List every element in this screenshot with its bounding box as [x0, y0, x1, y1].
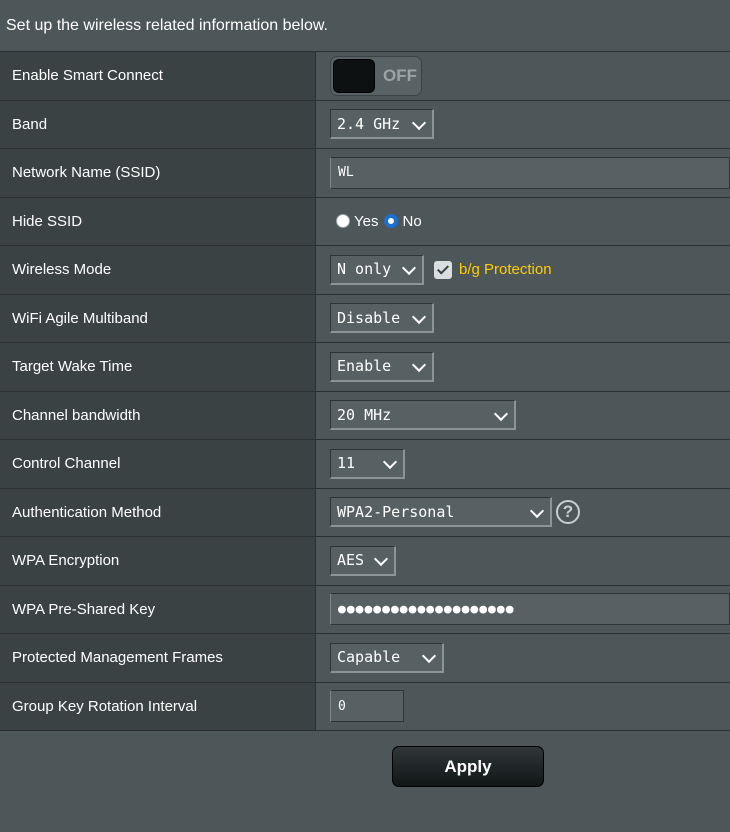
row-target-wake-time: Target Wake Time Enable — [0, 343, 730, 392]
smart-connect-label: Enable Smart Connect — [0, 52, 316, 100]
chevron-down-icon — [401, 261, 417, 276]
wpa-encryption-select[interactable]: AES — [330, 545, 396, 576]
hide-ssid-no-label[interactable]: No — [402, 213, 421, 230]
intro-text: Set up the wireless related information … — [0, 0, 730, 51]
control-channel-select[interactable]: 11 — [330, 448, 405, 479]
hide-ssid-label: Hide SSID — [0, 197, 316, 245]
row-group-key: Group Key Rotation Interval 0 — [0, 682, 730, 731]
wireless-mode-label: Wireless Mode — [0, 246, 316, 294]
group-key-label: Group Key Rotation Interval — [0, 682, 316, 730]
pmf-select[interactable]: Capable — [330, 642, 444, 673]
psk-label: WPA Pre-Shared Key — [0, 585, 316, 633]
footer: Apply — [0, 734, 730, 832]
row-auth-method: Authentication Method WPA2-Personal ? — [0, 488, 730, 537]
toggle-state-label: OFF — [383, 65, 417, 85]
row-wireless-mode: Wireless Mode N only b/g Protection — [0, 246, 730, 295]
target-wake-time-label: Target Wake Time — [0, 343, 316, 391]
bg-protection-checkbox[interactable] — [434, 260, 452, 279]
smart-connect-toggle[interactable]: OFF — [330, 55, 422, 96]
row-psk: WPA Pre-Shared Key ●●●●●●●●●●●●●●●●●●●● — [0, 585, 730, 634]
row-smart-connect: Enable Smart Connect OFF — [0, 52, 730, 101]
apply-button[interactable]: Apply — [392, 746, 544, 787]
help-icon[interactable]: ? — [556, 500, 580, 525]
hide-ssid-no-radio[interactable] — [384, 214, 399, 229]
channel-bandwidth-select[interactable]: 20 MHz — [330, 400, 516, 431]
row-pmf: Protected Management Frames Capable — [0, 634, 730, 683]
chevron-down-icon — [411, 309, 427, 324]
ssid-input[interactable]: WL — [330, 156, 730, 189]
row-control-channel: Control Channel 11 — [0, 440, 730, 489]
chevron-down-icon — [411, 358, 427, 373]
psk-input[interactable]: ●●●●●●●●●●●●●●●●●●●● — [330, 593, 730, 626]
ssid-label: Network Name (SSID) — [0, 149, 316, 197]
row-agile-multiband: WiFi Agile Multiband Disable — [0, 294, 730, 343]
hide-ssid-radio-group: Yes No — [336, 213, 428, 230]
band-select[interactable]: 2.4 GHz — [330, 109, 434, 140]
row-band: Band 2.4 GHz — [0, 100, 730, 149]
bg-protection-label[interactable]: b/g Protection — [459, 261, 552, 278]
row-ssid: Network Name (SSID) WL — [0, 149, 730, 198]
channel-bandwidth-label: Channel bandwidth — [0, 391, 316, 439]
chevron-down-icon — [493, 406, 509, 421]
control-channel-label: Control Channel — [0, 440, 316, 488]
hide-ssid-yes-label[interactable]: Yes — [354, 213, 378, 230]
agile-multiband-label: WiFi Agile Multiband — [0, 294, 316, 342]
pmf-label: Protected Management Frames — [0, 634, 316, 682]
auth-method-select[interactable]: WPA2-Personal — [330, 497, 552, 528]
chevron-down-icon — [373, 552, 389, 567]
chevron-down-icon — [411, 115, 427, 130]
hide-ssid-yes-radio[interactable] — [336, 214, 350, 229]
chevron-down-icon — [529, 503, 545, 518]
chevron-down-icon — [421, 649, 437, 664]
wpa-encryption-label: WPA Encryption — [0, 537, 316, 585]
row-wpa-encryption: WPA Encryption AES — [0, 537, 730, 586]
chevron-down-icon — [382, 455, 398, 470]
band-label: Band — [0, 100, 316, 148]
wireless-mode-select[interactable]: N only — [330, 254, 424, 285]
row-channel-bandwidth: Channel bandwidth 20 MHz — [0, 391, 730, 440]
agile-multiband-select[interactable]: Disable — [330, 303, 434, 334]
toggle-knob — [333, 58, 375, 93]
auth-method-label: Authentication Method — [0, 488, 316, 536]
target-wake-time-select[interactable]: Enable — [330, 351, 434, 382]
wireless-settings-table: Enable Smart Connect OFF Band 2.4 GHz Ne… — [0, 51, 730, 731]
group-key-input[interactable]: 0 — [330, 690, 404, 723]
row-hide-ssid: Hide SSID Yes No — [0, 197, 730, 246]
